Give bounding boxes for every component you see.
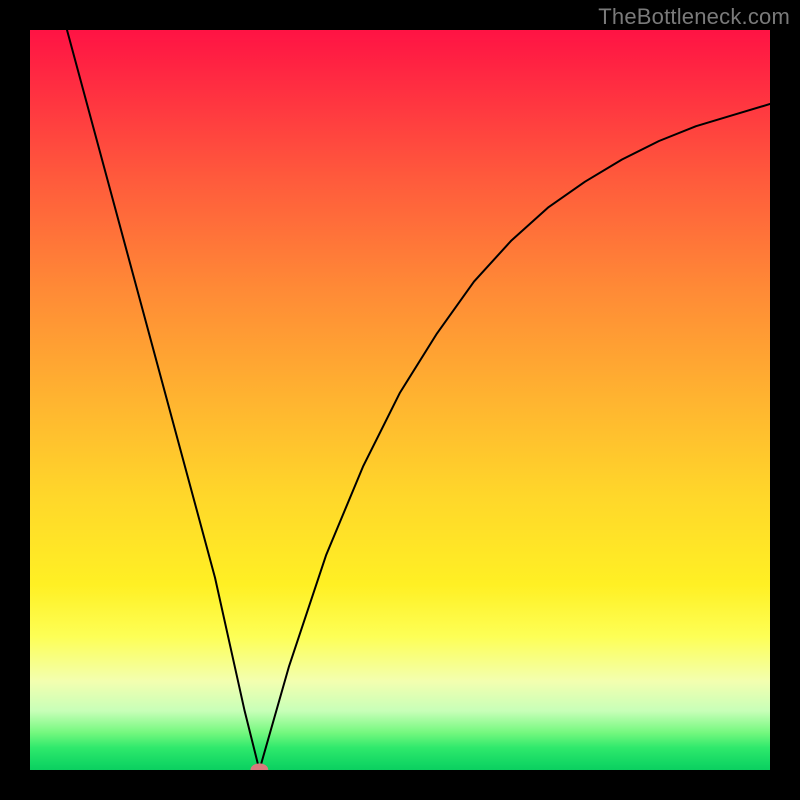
chart-frame: TheBottleneck.com [0,0,800,800]
min-marker [251,763,269,770]
bottleneck-curve [67,30,770,770]
curve-layer [30,30,770,770]
plot-area [30,30,770,770]
watermark-label: TheBottleneck.com [598,4,790,30]
